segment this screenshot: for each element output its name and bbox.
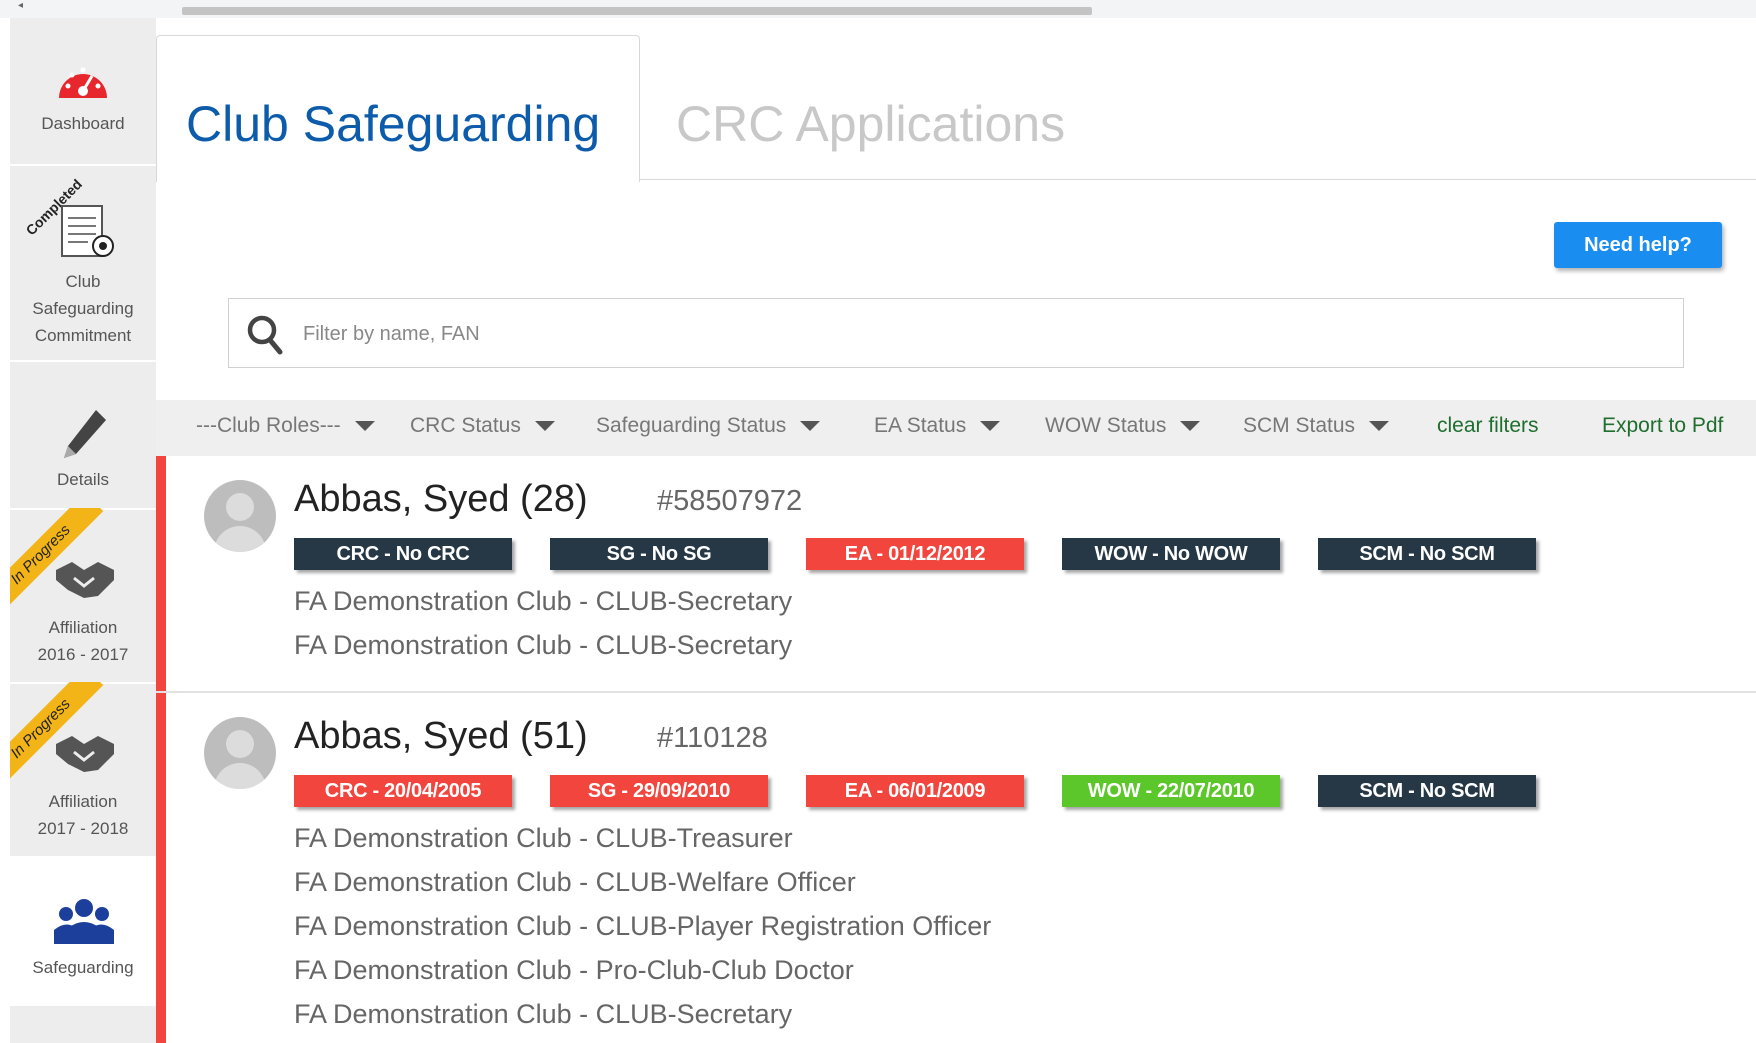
filter-bar: ---Club Roles--- CRC Status Safeguarding… <box>156 400 1756 456</box>
filter-label: EA Status <box>874 414 967 437</box>
clear-filters-link[interactable]: clear filters <box>1437 414 1539 438</box>
document-football-icon <box>61 205 114 257</box>
member-fan: #58507972 <box>657 485 803 517</box>
member-record[interactable]: Abbas, Syed (51) #110128 CRC - 20/04/200… <box>156 693 1756 1043</box>
search-icon <box>247 315 283 355</box>
role-line: FA Demonstration Club - CLUB-Secretary <box>294 999 793 1029</box>
scrollbar-thumb[interactable] <box>182 7 1092 15</box>
wow-status-badge: WOW - No WOW <box>1062 538 1280 570</box>
scm-status-badge: SCM - No SCM <box>1318 538 1536 570</box>
sidebar-item-dashboard[interactable]: Dashboard <box>10 18 156 166</box>
sidebar-item-safeguarding[interactable]: Safeguarding <box>10 856 156 1006</box>
avatar <box>204 717 276 789</box>
export-to-pdf-link[interactable]: Export to Pdf <box>1602 414 1723 438</box>
sidebar-item-affiliation-2016-2017[interactable]: In Progress Affiliation 2016 - 2017 <box>10 508 156 684</box>
filter-label: SCM Status <box>1243 414 1356 437</box>
chevron-down-icon <box>1369 421 1390 432</box>
role-line: FA Demonstration Club - CLUB-Secretary <box>294 586 793 616</box>
sidebar-item-label: Safeguarding <box>32 958 134 977</box>
need-help-button[interactable]: Need help? <box>1554 222 1722 268</box>
crc-status-filter[interactable]: CRC Status <box>410 414 555 438</box>
sidebar-item-label-line1: Affiliation <box>48 618 118 637</box>
avatar <box>204 480 276 552</box>
sidebar-item-label-line2: 2016 - 2017 <box>37 645 129 664</box>
role-line: FA Demonstration Club - CLUB-Secretary <box>294 630 793 660</box>
filter-label: WOW Status <box>1045 414 1167 437</box>
people-group-icon <box>54 899 114 944</box>
scm-status-badge: SCM - No SCM <box>1318 775 1536 807</box>
tab-divider <box>638 179 1756 180</box>
top-scrollbar[interactable]: ◂ <box>0 0 1756 18</box>
ea-status-filter[interactable]: EA Status <box>874 414 1001 438</box>
role-line: FA Demonstration Club - CLUB-Welfare Off… <box>294 867 856 897</box>
handshake-icon <box>56 736 114 772</box>
scm-status-filter[interactable]: SCM Status <box>1243 414 1390 438</box>
chevron-down-icon <box>534 421 555 432</box>
member-name: Abbas, Syed (51) <box>294 715 588 757</box>
sidebar-item-label-line2: 2017 - 2018 <box>37 819 129 838</box>
member-record[interactable]: Abbas, Syed (28) #58507972 CRC - No CRC … <box>156 456 1756 692</box>
filter-label: Safeguarding Status <box>596 414 787 437</box>
chevron-down-icon <box>980 421 1001 432</box>
club-roles-filter[interactable]: ---Club Roles--- <box>196 414 375 438</box>
sidebar-item-club-safeguarding-commitment[interactable]: Completed Club Safeguarding Commitment <box>10 164 156 362</box>
pencil-icon <box>64 410 106 458</box>
sidebar-item-details[interactable]: Details <box>10 360 156 510</box>
wow-status-filter[interactable]: WOW Status <box>1045 414 1201 438</box>
tab-club-safeguarding-label[interactable]: Club Safeguarding <box>186 95 600 153</box>
sidebar-item-label-line3: Commitment <box>34 326 132 345</box>
crc-status-badge: CRC - 20/04/2005 <box>294 775 512 807</box>
search-input[interactable] <box>301 315 1665 353</box>
sidebar-item-label-line1: Club <box>65 272 101 291</box>
role-line: FA Demonstration Club - CLUB-Player Regi… <box>294 911 992 941</box>
sg-status-badge: SG - No SG <box>550 538 768 570</box>
chevron-down-icon <box>354 421 375 432</box>
sidebar-item-label: Details <box>57 470 109 489</box>
sidebar-item-label-line1: Affiliation <box>48 792 118 811</box>
crc-status-badge: CRC - No CRC <box>294 538 512 570</box>
sidebar-item-affiliation-2017-2018[interactable]: In Progress Affiliation 2017 - 2018 <box>10 682 156 858</box>
scroll-left-icon[interactable]: ◂ <box>18 0 23 11</box>
search-box[interactable] <box>228 298 1684 368</box>
chevron-down-icon <box>800 421 821 432</box>
safeguarding-status-filter[interactable]: Safeguarding Status <box>596 414 821 438</box>
sidebar-item-label-line2: Safeguarding <box>32 299 134 318</box>
member-name: Abbas, Syed (28) <box>294 478 588 520</box>
handshake-icon <box>56 562 114 598</box>
filter-label: CRC Status <box>410 414 521 437</box>
chevron-down-icon <box>1180 421 1201 432</box>
wow-status-badge: WOW - 22/07/2010 <box>1062 775 1280 807</box>
sidebar: Dashboard Completed Club Safeguarding Co… <box>10 18 156 1043</box>
ea-status-badge: EA - 06/01/2009 <box>806 775 1024 807</box>
role-line: FA Demonstration Club - Pro-Club-Club Do… <box>294 955 854 985</box>
ea-status-badge: EA - 01/12/2012 <box>806 538 1024 570</box>
role-line: FA Demonstration Club - CLUB-Treasurer <box>294 823 793 853</box>
dashboard-gauge-icon <box>59 67 107 98</box>
filter-label: ---Club Roles--- <box>196 414 341 437</box>
sg-status-badge: SG - 29/09/2010 <box>550 775 768 807</box>
tab-crc-applications[interactable]: CRC Applications <box>676 95 1065 153</box>
sidebar-item-label: Dashboard <box>41 114 125 133</box>
member-fan: #110128 <box>657 722 768 754</box>
